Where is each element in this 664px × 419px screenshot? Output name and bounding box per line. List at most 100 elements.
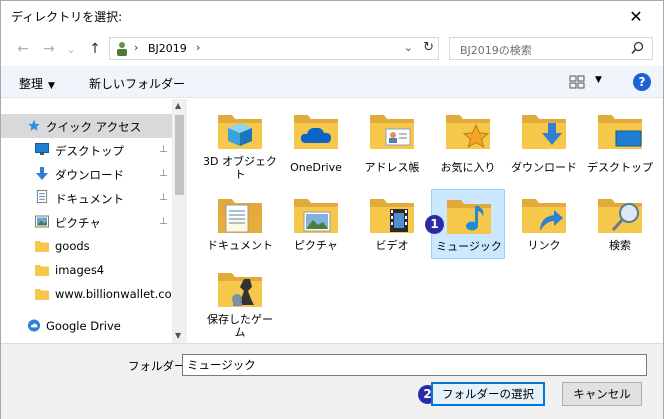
search-input[interactable]: BJ2019の検索 xyxy=(449,37,653,60)
downloads-folder-icon xyxy=(522,115,566,149)
sidebar-item-label: www.billionwallet.com xyxy=(55,287,171,301)
saved-games-folder-icon xyxy=(218,273,262,307)
folder-searches[interactable]: 検索 xyxy=(583,189,657,259)
chevron-down-icon: ▼ xyxy=(48,81,55,91)
sidebar-item-desktop[interactable]: デスクトップ ⊥ xyxy=(1,138,172,162)
folder-favorites[interactable]: お気に入り xyxy=(431,105,505,175)
user-folder-icon xyxy=(117,42,127,56)
sidebar-item-google-drive[interactable]: Google Drive xyxy=(1,314,172,338)
refresh-icon[interactable]: ↻ xyxy=(423,40,434,55)
pin-icon[interactable]: ⊥ xyxy=(159,192,168,203)
music-folder-icon xyxy=(447,200,491,234)
folder-desktop[interactable]: デスクトップ xyxy=(583,105,657,175)
sidebar-item-downloads[interactable]: ダウンロード ⊥ xyxy=(1,162,172,186)
folder-label: デスクトップ xyxy=(587,161,653,174)
folder-label: OneDrive xyxy=(290,161,342,174)
sidebar-item-images4[interactable]: images4 xyxy=(1,258,172,282)
scrollbar-thumb[interactable] xyxy=(175,115,184,195)
navigation-bar: ← → ⌄ ↑ › BJ2019 › ⌄ ↻ BJ2019の検索 xyxy=(1,35,663,63)
documents-folder-icon xyxy=(218,199,262,233)
sidebar-item-label: Google Drive xyxy=(46,319,121,333)
folder-icon xyxy=(35,289,49,300)
onedrive-folder-icon xyxy=(294,115,338,149)
folder-label: ピクチャ xyxy=(294,239,338,252)
folder-downloads[interactable]: ダウンロード xyxy=(507,105,581,175)
star-icon xyxy=(28,119,40,131)
up-button[interactable]: ↑ xyxy=(85,39,105,59)
folder-3d-objects[interactable]: 3D オブジェクト xyxy=(203,105,277,181)
folder-links[interactable]: リンク xyxy=(507,189,581,259)
cancel-button[interactable]: キャンセル xyxy=(562,382,642,406)
searches-folder-icon xyxy=(598,199,642,233)
pin-icon[interactable]: ⊥ xyxy=(159,144,168,155)
address-dropdown-icon[interactable]: ⌄ xyxy=(404,41,413,54)
folder-icon xyxy=(35,265,49,276)
folder-label: ドキュメント xyxy=(207,239,273,252)
folder-onedrive[interactable]: OneDrive xyxy=(279,105,353,175)
folder-saved-games[interactable]: 保存したゲーム xyxy=(203,263,277,339)
scroll-up-icon[interactable]: ▲ xyxy=(175,101,181,110)
sidebar-scrollbar[interactable]: ▲ ▼ xyxy=(172,99,187,343)
picture-icon xyxy=(35,215,49,228)
dialog-footer: フォルダー: ミュージック 2 フォルダーの選択 キャンセル xyxy=(1,343,663,419)
recent-locations-button[interactable]: ⌄ xyxy=(61,39,81,59)
desktop-folder-icon xyxy=(598,115,642,149)
path-chevron[interactable]: › xyxy=(134,41,138,54)
sidebar-item-goods[interactable]: goods xyxy=(1,234,172,258)
select-folder-button[interactable]: フォルダーの選択 xyxy=(431,382,545,406)
command-toolbar: 整理 ▼ 新しいフォルダー ▼ ? xyxy=(1,66,663,98)
folder-field-label: フォルダー: xyxy=(128,359,190,373)
sidebar-item-billionwallet[interactable]: www.billionwallet.com xyxy=(1,282,172,306)
3d-objects-folder-icon xyxy=(218,115,262,149)
sidebar-item-documents[interactable]: ドキュメント ⊥ xyxy=(1,186,172,210)
close-button[interactable]: ✕ xyxy=(613,1,659,31)
folder-label: アドレス帳 xyxy=(364,161,420,174)
path-chevron-end[interactable]: › xyxy=(196,41,200,54)
address-path[interactable]: BJ2019 xyxy=(148,42,187,55)
folder-name-input[interactable]: ミュージック xyxy=(182,354,647,376)
sidebar-item-quick-access[interactable]: クイック アクセス xyxy=(1,114,172,138)
pin-icon[interactable]: ⊥ xyxy=(159,168,168,179)
videos-folder-icon xyxy=(370,199,414,233)
view-options-icon[interactable] xyxy=(569,75,585,89)
google-drive-icon xyxy=(27,319,41,332)
folder-icon xyxy=(35,241,49,252)
folder-label: 検索 xyxy=(609,239,631,252)
new-folder-button[interactable]: 新しいフォルダー xyxy=(89,75,185,92)
sidebar-item-pictures[interactable]: ピクチャ ⊥ xyxy=(1,210,172,234)
favorites-folder-icon xyxy=(446,115,490,149)
folder-label: ダウンロード xyxy=(511,161,577,174)
organize-menu[interactable]: 整理 ▼ xyxy=(19,75,55,92)
view-dropdown-icon[interactable]: ▼ xyxy=(595,75,602,85)
links-folder-icon xyxy=(522,199,566,233)
desktop-icon xyxy=(35,143,49,155)
search-icon[interactable] xyxy=(631,41,644,55)
organize-label: 整理 xyxy=(19,77,44,91)
folder-label: 保存したゲーム xyxy=(207,313,273,339)
step-badge-1: 1 xyxy=(425,215,444,234)
sidebar-item-label: ダウンロード xyxy=(55,168,124,182)
back-button[interactable]: ← xyxy=(13,39,33,59)
folder-videos[interactable]: ビデオ xyxy=(355,189,429,259)
help-icon[interactable]: ? xyxy=(633,73,651,91)
document-icon xyxy=(36,190,48,203)
folder-label: 3D オブジェクト xyxy=(203,155,277,181)
search-placeholder: BJ2019の検索 xyxy=(460,44,532,57)
pin-icon[interactable]: ⊥ xyxy=(159,216,168,227)
navigation-pane: クイック アクセス デスクトップ ⊥ ダウンロード ⊥ ドキュメント ⊥ ピクチ… xyxy=(1,99,187,343)
address-bar[interactable]: › BJ2019 › ⌄ ↻ xyxy=(109,37,439,60)
contacts-folder-icon xyxy=(370,115,414,149)
forward-button[interactable]: → xyxy=(39,39,59,59)
scroll-down-icon[interactable]: ▼ xyxy=(175,331,181,340)
folder-label: ミュージック xyxy=(436,240,502,253)
select-directory-dialog: ディレクトリを選択: ✕ ← → ⌄ ↑ › BJ2019 › ⌄ ↻ BJ20… xyxy=(0,0,664,419)
folder-label: リンク xyxy=(527,239,561,252)
sidebar-item-label: ピクチャ xyxy=(55,216,101,230)
dialog-title: ディレクトリを選択: xyxy=(11,10,123,24)
folder-pictures[interactable]: ピクチャ xyxy=(279,189,353,259)
folder-documents[interactable]: ドキュメント xyxy=(203,189,277,259)
sidebar-item-label: images4 xyxy=(55,263,105,277)
folder-view: 3D オブジェクト OneDrive アドレス帳 お気に入り ダウンロード デス… xyxy=(191,99,663,343)
folder-contacts[interactable]: アドレス帳 xyxy=(355,105,429,175)
sidebar-item-label: デスクトップ xyxy=(55,144,124,158)
